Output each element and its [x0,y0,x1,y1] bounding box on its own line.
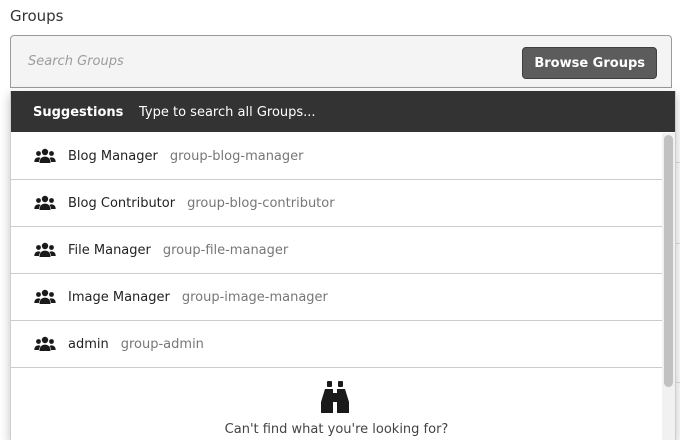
browse-groups-button[interactable]: Browse Groups [522,47,657,79]
suggestion-name: admin [68,336,109,352]
suggestion-blog-manager[interactable]: Blog Manager group-blog-manager [11,133,662,180]
no-results-message: Can't find what you're looking for? [224,422,449,437]
binoculars-icon [321,381,349,413]
suggestions-title: Suggestions [33,105,124,120]
dropdown-scrollbar[interactable] [662,133,675,440]
users-icon [34,148,56,163]
search-box: Browse Groups [10,35,672,88]
search-groups-input[interactable] [12,37,512,86]
suggestion-blog-contributor[interactable]: Blog Contributor group-blog-contributor [11,180,662,227]
suggestions-hint: Type to search all Groups... [139,105,316,120]
suggestion-admin[interactable]: admin group-admin [11,321,662,368]
suggestion-name: File Manager [68,242,151,258]
suggestion-image-manager[interactable]: Image Manager group-image-manager [11,274,662,321]
suggestions-header: Suggestions Type to search all Groups... [11,91,675,132]
scrollbar-thumb[interactable] [664,135,673,387]
groups-field: Groups Browse Groups Suggestions Type to… [0,0,680,440]
suggestion-name: Blog Manager [68,148,158,164]
users-icon [34,242,56,257]
suggestion-file-manager[interactable]: File Manager group-file-manager [11,227,662,274]
suggestion-key: group-blog-manager [169,148,304,164]
suggestion-key: group-image-manager [181,289,328,305]
suggestion-key: group-blog-contributor [187,195,335,211]
suggestions-list: Blog Manager group-blog-manager Blog Con… [11,133,662,368]
users-icon [34,336,56,351]
users-icon [34,289,56,304]
no-results-footer: Can't find what you're looking for? [11,368,662,440]
suggestion-name: Image Manager [68,289,170,305]
suggestion-key: group-file-manager [162,242,289,258]
suggestions-dropdown: Suggestions Type to search all Groups...… [10,91,676,440]
suggestion-key: group-admin [120,336,204,352]
suggestion-name: Blog Contributor [68,195,176,211]
users-icon [34,195,56,210]
groups-label: Groups [10,7,64,25]
